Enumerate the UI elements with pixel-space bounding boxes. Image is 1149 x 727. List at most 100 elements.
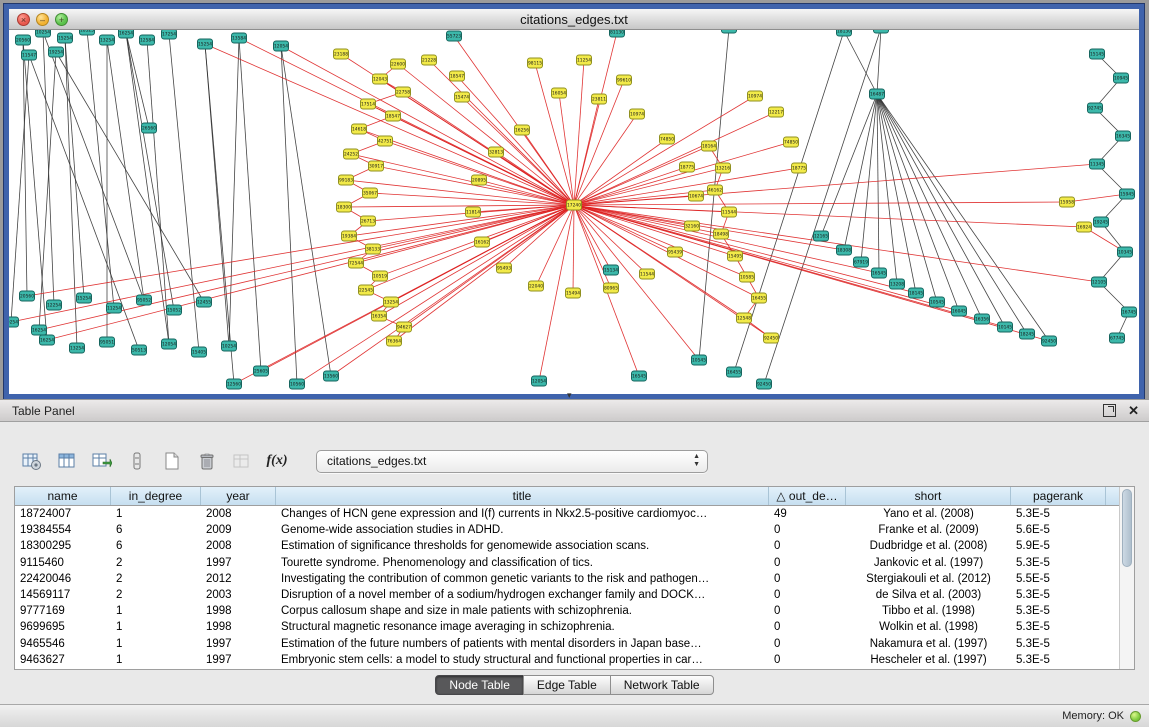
- graph-node[interactable]: 18547: [386, 111, 401, 121]
- graph-node[interactable]: 10674: [689, 191, 704, 201]
- graph-node[interactable]: 16545: [872, 268, 887, 278]
- graph-node[interactable]: 12217: [769, 107, 784, 117]
- graph-node[interactable]: 81130: [610, 30, 625, 37]
- graph-node[interactable]: 15254: [58, 33, 73, 43]
- graph-node[interactable]: 12054: [274, 41, 289, 51]
- graph-node[interactable]: 16745: [1122, 307, 1137, 317]
- graph-node[interactable]: 16054: [552, 88, 567, 98]
- graph-node[interactable]: 99610: [617, 75, 632, 85]
- graph-node[interactable]: 14618: [352, 124, 367, 134]
- graph-node[interactable]: 12455: [197, 297, 212, 307]
- graph-node[interactable]: 16162: [475, 237, 490, 247]
- row-height-icon[interactable]: [125, 449, 149, 473]
- graph-node[interactable]: 23188: [334, 49, 349, 59]
- graph-node[interactable]: 16045: [952, 306, 967, 316]
- graph-node[interactable]: 42751: [378, 136, 393, 146]
- graph-node[interactable]: 16924: [1077, 222, 1092, 232]
- graph-node[interactable]: 17240: [567, 200, 582, 210]
- graph-node[interactable]: 13208: [890, 279, 905, 289]
- table-row[interactable]: 946554611997Estimation of the future num…: [15, 636, 1134, 652]
- graph-node[interactable]: 18547: [450, 71, 465, 81]
- show-columns-icon[interactable]: [55, 449, 79, 473]
- graph-node[interactable]: 20560: [20, 291, 35, 301]
- graph-node[interactable]: 12548: [737, 313, 752, 323]
- graph-node[interactable]: 10545: [930, 297, 945, 307]
- graph-node[interactable]: 10974: [630, 109, 645, 119]
- graph-node[interactable]: 32813: [489, 147, 504, 157]
- graph-node[interactable]: 10254: [36, 30, 51, 37]
- column-header-out_de[interactable]: △ out_de…: [769, 487, 846, 505]
- graph-node[interactable]: 18245: [1020, 329, 1035, 339]
- graph-node[interactable]: 38133: [366, 244, 381, 254]
- graph-node[interactable]: 35067: [363, 188, 378, 198]
- close-panel-icon[interactable]: ✕: [1128, 404, 1139, 417]
- graph-node[interactable]: 11254: [107, 303, 122, 313]
- graph-node[interactable]: 80965: [604, 283, 619, 293]
- graph-node[interactable]: 10519: [373, 271, 388, 281]
- column-header-in_degree[interactable]: in_degree: [111, 487, 201, 505]
- graph-node[interactable]: 18325: [80, 30, 95, 35]
- graph-node[interactable]: 19254: [49, 47, 64, 57]
- graph-node[interactable]: 21228: [422, 55, 437, 65]
- graph-node[interactable]: 16254: [32, 325, 47, 335]
- graph-node[interactable]: 22040: [529, 281, 544, 291]
- graph-node[interactable]: 13254: [100, 35, 115, 45]
- graph-node[interactable]: 92745: [1088, 103, 1103, 113]
- graph-node[interactable]: 20560: [16, 35, 31, 45]
- graph-node[interactable]: 22600: [391, 59, 406, 69]
- graph-node[interactable]: 16455: [727, 367, 742, 377]
- graph-node[interactable]: 10585: [740, 272, 755, 282]
- vertical-scrollbar[interactable]: [1119, 487, 1134, 669]
- column-header-short[interactable]: short: [846, 487, 1011, 505]
- graph-node[interactable]: 92450: [764, 333, 779, 343]
- graph-node[interactable]: 21487: [722, 30, 737, 33]
- graph-node[interactable]: 92450: [757, 379, 772, 389]
- table-row[interactable]: 1872400712008Changes of HCN gene express…: [15, 506, 1134, 522]
- graph-node[interactable]: 67919: [854, 257, 869, 267]
- graph-node[interactable]: 18300: [337, 202, 352, 212]
- graph-node[interactable]: 16254: [40, 335, 55, 345]
- graph-node[interactable]: 10560: [290, 379, 305, 389]
- function-builder-icon[interactable]: f(x): [265, 449, 289, 473]
- scrollbar-thumb[interactable]: [1122, 489, 1132, 567]
- export-table-icon[interactable]: [90, 449, 114, 473]
- graph-node[interactable]: 25605: [254, 366, 269, 376]
- graph-node[interactable]: 15254: [77, 293, 92, 303]
- graph-node[interactable]: 13216: [716, 163, 731, 173]
- graph-node[interactable]: 19245: [1094, 217, 1109, 227]
- graph-node[interactable]: 11254: [577, 55, 592, 65]
- tab-network-table[interactable]: Network Table: [610, 675, 714, 695]
- graph-node[interactable]: 12560: [227, 379, 242, 389]
- graph-node[interactable]: 10145: [998, 322, 1013, 332]
- graph-node[interactable]: 13560: [324, 371, 339, 381]
- graph-node[interactable]: 15945: [1120, 189, 1135, 199]
- graph-node[interactable]: 12584: [140, 35, 155, 45]
- graph-node[interactable]: 15405: [192, 347, 207, 357]
- table-row[interactable]: 969969511998Structural magnetic resonanc…: [15, 619, 1134, 635]
- graph-node[interactable]: 11544: [640, 269, 655, 279]
- window-titlebar[interactable]: × – + citations_edges.txt: [9, 9, 1139, 30]
- graph-node[interactable]: 18130: [837, 30, 852, 36]
- graph-node[interactable]: 15494: [566, 288, 581, 298]
- graph-node[interactable]: 16354: [372, 311, 387, 321]
- graph-node[interactable]: 11345: [1090, 159, 1105, 169]
- column-header-title[interactable]: title: [276, 487, 769, 505]
- column-header-year[interactable]: year: [201, 487, 276, 505]
- graph-node[interactable]: 95051: [100, 337, 115, 347]
- graph-node[interactable]: 18498: [714, 229, 729, 239]
- graph-node[interactable]: 74850: [784, 137, 799, 147]
- splitter-handle-icon[interactable]: ▾: [567, 390, 572, 401]
- graph-node[interactable]: 10254: [9, 317, 19, 327]
- graph-node[interactable]: 15958: [1060, 197, 1075, 207]
- graph-node[interactable]: 12254: [47, 300, 62, 310]
- graph-node[interactable]: 12054: [162, 339, 177, 349]
- graph-node[interactable]: 10345: [1118, 247, 1133, 257]
- table-row[interactable]: 911546021997Tourette syndrome. Phenomeno…: [15, 555, 1134, 571]
- table-row[interactable]: 946362711997Embryonic stem cells: a mode…: [15, 652, 1134, 668]
- graph-node[interactable]: 10945: [1114, 73, 1129, 83]
- graph-node[interactable]: 22545: [359, 285, 374, 295]
- graph-node[interactable]: 46162: [708, 185, 723, 195]
- graph-node[interactable]: 95439: [668, 247, 683, 257]
- graph-node[interactable]: 16487: [870, 89, 885, 99]
- graph-node[interactable]: 12054: [532, 376, 547, 386]
